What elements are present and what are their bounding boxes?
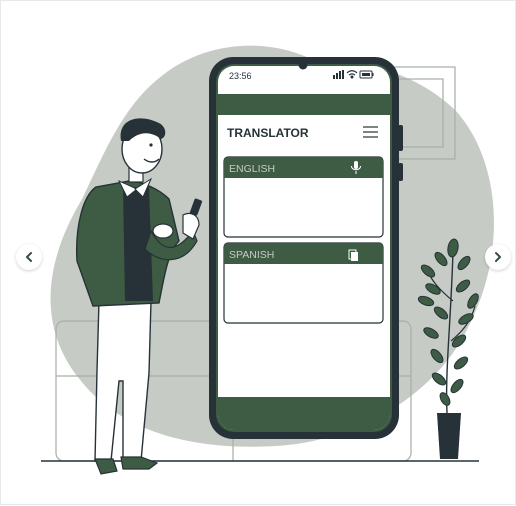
target-language-label[interactable]: SPANISH — [229, 249, 274, 261]
illustration-frame: 23:56 TRANSLATOR ENGLISH SPANISH — [0, 0, 516, 505]
smartphone — [209, 57, 403, 439]
translator-illustration: 23:56 TRANSLATOR ENGLISH SPANISH — [41, 45, 494, 475]
app-title: TRANSLATOR — [227, 126, 309, 140]
chevron-right-icon — [495, 252, 501, 262]
chevron-left-icon — [26, 252, 32, 262]
carousel-next-button[interactable] — [485, 244, 511, 270]
source-text-area[interactable] — [225, 179, 382, 236]
source-language-label[interactable]: ENGLISH — [229, 163, 275, 175]
target-text-area — [225, 265, 382, 322]
carousel-prev-button[interactable] — [16, 244, 42, 270]
status-time: 23:56 — [229, 71, 252, 81]
